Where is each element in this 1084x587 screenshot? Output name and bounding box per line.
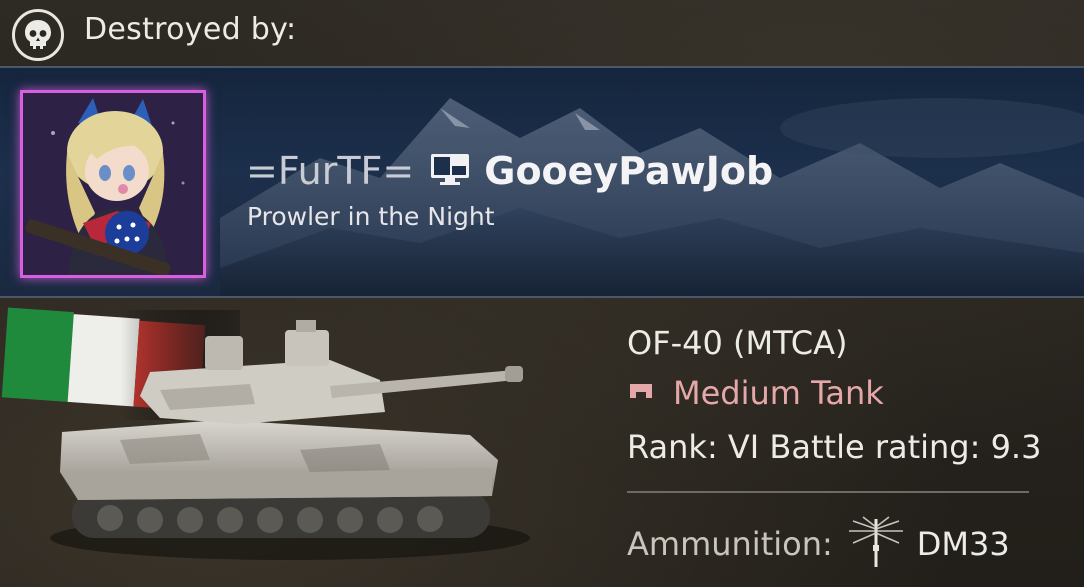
vehicle-render [1, 307, 530, 560]
vehicle-class: Medium Tank [673, 374, 884, 412]
destroyed-by-label: Destroyed by: [84, 12, 297, 47]
killer-player-panel: =FurTF= GooeyPawJob Prowler in the Night [0, 66, 1084, 298]
player-name[interactable]: GooeyPawJob [484, 149, 773, 193]
clan-tag[interactable]: =FurTF= [246, 149, 414, 193]
ammunition-name: DM33 [916, 525, 1010, 563]
killcam-header: Destroyed by: [0, 0, 1084, 66]
player-avatar [20, 90, 206, 278]
player-title: Prowler in the Night [247, 202, 495, 231]
player-name-line: =FurTF= GooeyPawJob [246, 146, 773, 196]
medium-tank-class-icon [627, 381, 655, 405]
ammunition-label: Ammunition: [627, 525, 833, 563]
pc-monitor-icon [430, 153, 470, 189]
divider [627, 491, 1029, 493]
rank-battle-rating: Rank: VI Battle rating: 9.3 [627, 428, 1042, 466]
skull-icon [12, 9, 64, 61]
ammunition-row: Ammunition: DM33 [627, 515, 1010, 573]
vehicle-class-row: Medium Tank [627, 374, 884, 412]
kill-card: Destroyed by: =FurTF= GooeyPawJob Prowle… [0, 0, 1084, 587]
apfsds-shell-icon [843, 515, 909, 573]
vehicle-name: OF-40 (MTCA) [627, 324, 848, 362]
